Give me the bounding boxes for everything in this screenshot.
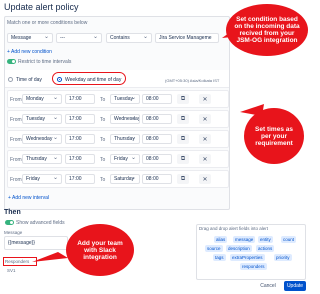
callout-conditions: Set condition based on the incoming data…: [226, 4, 308, 56]
callout-team: Add your team with Slack integration: [66, 224, 134, 276]
callout-pointer-responders: [32, 252, 68, 262]
callout-times: Set times as per your requirement: [244, 108, 304, 164]
